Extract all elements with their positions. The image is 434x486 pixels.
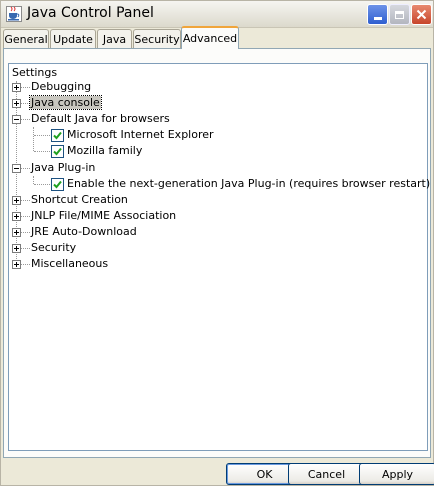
tree-item-miscellaneous[interactable]: Miscellaneous <box>31 256 108 272</box>
java-cup-icon <box>6 6 22 22</box>
collapse-default-java-icon[interactable] <box>12 115 21 124</box>
tree-item-java-console-label: Java console <box>29 95 102 110</box>
expand-shortcut-creation-icon[interactable] <box>12 196 21 205</box>
expand-debugging-icon[interactable] <box>12 83 21 92</box>
collapse-java-plugin-icon[interactable] <box>12 164 21 173</box>
minimize-icon <box>373 17 382 20</box>
expand-miscellaneous-icon[interactable] <box>12 260 21 269</box>
tree-item-default-java-for-browsers[interactable]: Default Java for browsers <box>31 111 170 127</box>
tree-connector-main <box>16 81 17 265</box>
tree-item-shortcut-creation[interactable]: Shortcut Creation <box>31 192 128 208</box>
tree-connector <box>33 127 34 151</box>
tree-connector <box>21 119 30 120</box>
maximize-button[interactable] <box>389 4 410 25</box>
checkmark-icon <box>53 131 62 140</box>
mozilla-checkbox[interactable] <box>51 145 64 158</box>
settings-tree[interactable]: Settings Debugging Java console Default … <box>8 63 430 451</box>
title-bar[interactable]: Java Control Panel <box>1 1 433 28</box>
tree-item-jre-auto-download[interactable]: JRE Auto-Download <box>31 224 137 240</box>
tree-item-microsoft-internet-explorer[interactable]: Microsoft Internet Explorer <box>67 127 214 143</box>
tree-connector <box>21 168 30 169</box>
tab-strip: General Update Java Security Advanced <box>3 26 433 49</box>
tree-connector <box>21 216 30 217</box>
tree-item-debugging[interactable]: Debugging <box>31 79 91 95</box>
tree-connector <box>21 232 30 233</box>
expand-security-icon[interactable] <box>12 244 21 253</box>
tab-general[interactable]: General <box>3 29 49 48</box>
tree-item-java-plug-in[interactable]: Java Plug-in <box>31 160 95 176</box>
tree-connector <box>21 248 30 249</box>
tree-item-enable-next-gen-plugin[interactable]: Enable the next-generation Java Plug-in … <box>67 176 430 192</box>
maximize-icon <box>395 10 404 19</box>
tree-connector <box>33 176 34 184</box>
tree-item-jnlp-file-mime-association[interactable]: JNLP File/MIME Association <box>31 208 176 224</box>
advanced-tab-panel: Settings Debugging Java console Default … <box>3 48 431 458</box>
tree-connector <box>34 184 50 185</box>
window-title: Java Control Panel <box>27 5 154 21</box>
minimize-button[interactable] <box>367 4 388 25</box>
expand-jnlp-icon[interactable] <box>12 212 21 221</box>
expand-jre-auto-download-icon[interactable] <box>12 228 21 237</box>
tree-connector <box>21 87 30 88</box>
tab-security[interactable]: Security <box>133 29 181 48</box>
java-control-panel-window: Java Control Panel General Update Java S… <box>0 0 434 486</box>
tab-java[interactable]: Java <box>97 29 132 48</box>
tree-item-security[interactable]: Security <box>31 240 76 256</box>
tree-item-mozilla-family[interactable]: Mozilla family <box>67 143 142 159</box>
tab-advanced[interactable]: Advanced <box>181 26 239 49</box>
tree-connector <box>21 200 30 201</box>
next-gen-plugin-checkbox[interactable] <box>51 178 64 191</box>
close-button[interactable] <box>411 4 432 25</box>
tree-connector <box>21 264 30 265</box>
apply-button[interactable]: Apply <box>359 463 434 485</box>
ie-checkbox[interactable] <box>51 129 64 142</box>
checkmark-icon <box>53 180 62 189</box>
close-icon <box>416 9 427 20</box>
checkmark-icon <box>53 147 62 156</box>
tree-connector <box>34 151 50 152</box>
tab-update[interactable]: Update <box>50 29 96 48</box>
tree-connector <box>21 103 30 104</box>
expand-java-console-icon[interactable] <box>12 99 21 108</box>
tree-item-java-console[interactable]: Java console <box>29 95 102 111</box>
cancel-button[interactable]: Cancel <box>288 463 365 485</box>
tree-connector <box>34 135 50 136</box>
